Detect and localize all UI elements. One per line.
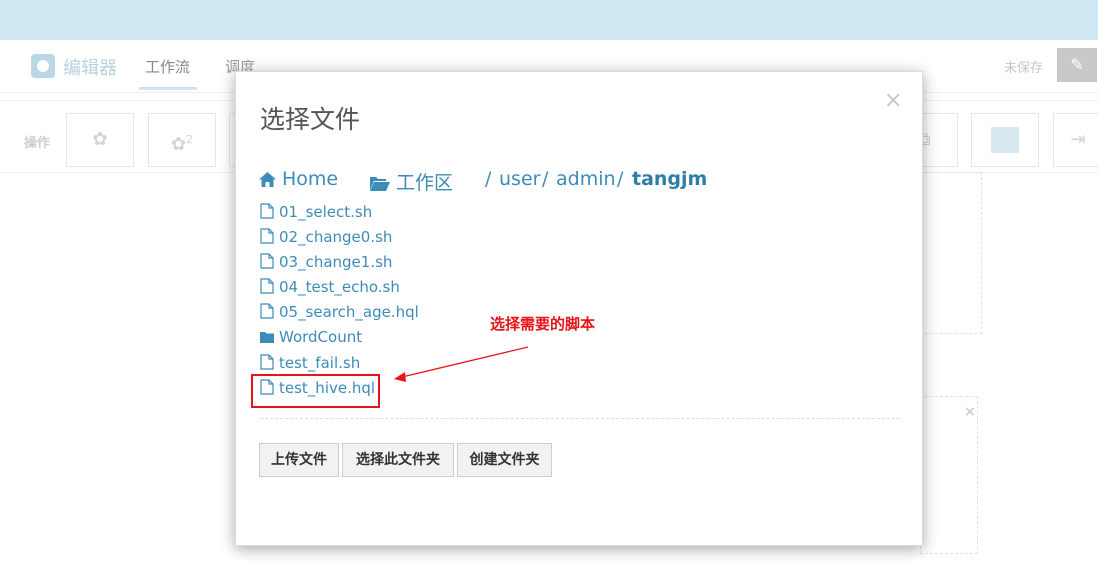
unsaved-status: 未保存 [1004,61,1044,76]
annotation-text: 选择需要的脚本 [490,315,596,333]
create-folder-button[interactable]: 创建文件夹 [457,443,552,477]
pencil-icon: ✎ [1070,55,1084,74]
breadcrumb-separator: / [542,168,549,190]
folder-icon [260,332,274,344]
breadcrumb-user[interactable]: user [499,168,540,190]
list-item[interactable]: WordCount [260,328,419,353]
tool-hive-button[interactable]: ✿ [66,113,134,167]
breadcrumb-workspace-label: 工作区 [396,172,454,194]
nav-brand[interactable]: 编辑器 [63,54,117,80]
folder-open-icon [370,177,390,191]
file-name: 02_change0.sh [279,228,393,247]
edit-button[interactable]: ✎ [1057,48,1097,82]
select-folder-button[interactable]: 选择此文件夹 [342,443,454,477]
node-close-icon[interactable]: × [964,404,976,420]
file-name: test_fail.sh [279,353,361,372]
file-icon [260,228,274,244]
breadcrumb-current: tangjm [632,168,708,190]
dialog-divider [260,418,900,419]
list-item[interactable]: 01_select.sh [260,203,419,228]
editor-logo-icon [31,54,55,78]
list-item[interactable]: 05_search_age.hql [260,303,419,328]
breadcrumb-home-label: Home [282,168,339,190]
breadcrumb-separator: / [617,168,624,190]
file-icon [260,203,274,219]
square-icon [991,127,1019,153]
export-icon: ⇥ [1070,129,1086,150]
tool-square-button[interactable] [971,113,1039,167]
list-item[interactable]: 04_test_echo.sh [260,278,419,303]
hive-icon: ✿ [92,129,108,150]
top-banner [0,0,1098,40]
file-icon [260,303,274,319]
tool-export-button[interactable]: ⇥ [1053,113,1098,167]
toolbar-label: 操作 [24,136,51,151]
list-item[interactable]: 02_change0.sh [260,228,419,253]
file-icon [260,278,274,294]
breadcrumb-separator: / [485,168,492,190]
hive2-icon: ✿ [170,134,187,155]
file-name: 03_change1.sh [279,253,393,272]
breadcrumb-admin[interactable]: admin [556,168,616,190]
file-name: 05_search_age.hql [279,303,419,322]
home-icon [259,172,276,187]
tool-badge: 2 [186,133,194,146]
breadcrumb-workspace[interactable]: 工作区 [370,168,453,195]
breadcrumb-home[interactable]: Home [259,168,338,190]
file-icon [260,253,274,269]
file-name: 01_select.sh [279,203,373,221]
tool-hive2-button[interactable]: ✿2 [148,113,216,167]
dialog-close-button[interactable]: × [884,88,902,113]
list-item[interactable]: 03_change1.sh [260,253,419,278]
file-name: 04_test_echo.sh [279,278,400,297]
annotation-highlight-box [251,374,380,408]
tab-workflow[interactable]: 工作流 [145,56,190,77]
file-icon [260,353,274,370]
upload-file-button[interactable]: 上传文件 [259,443,339,477]
dialog-title: 选择文件 [260,105,361,134]
workflow-node-area [920,172,982,334]
choose-file-dialog: 选择文件 × Home 工作区 / user / admin / tangjm … [235,71,923,546]
folder-name: WordCount [279,328,363,347]
tab-active-underline [139,87,197,90]
